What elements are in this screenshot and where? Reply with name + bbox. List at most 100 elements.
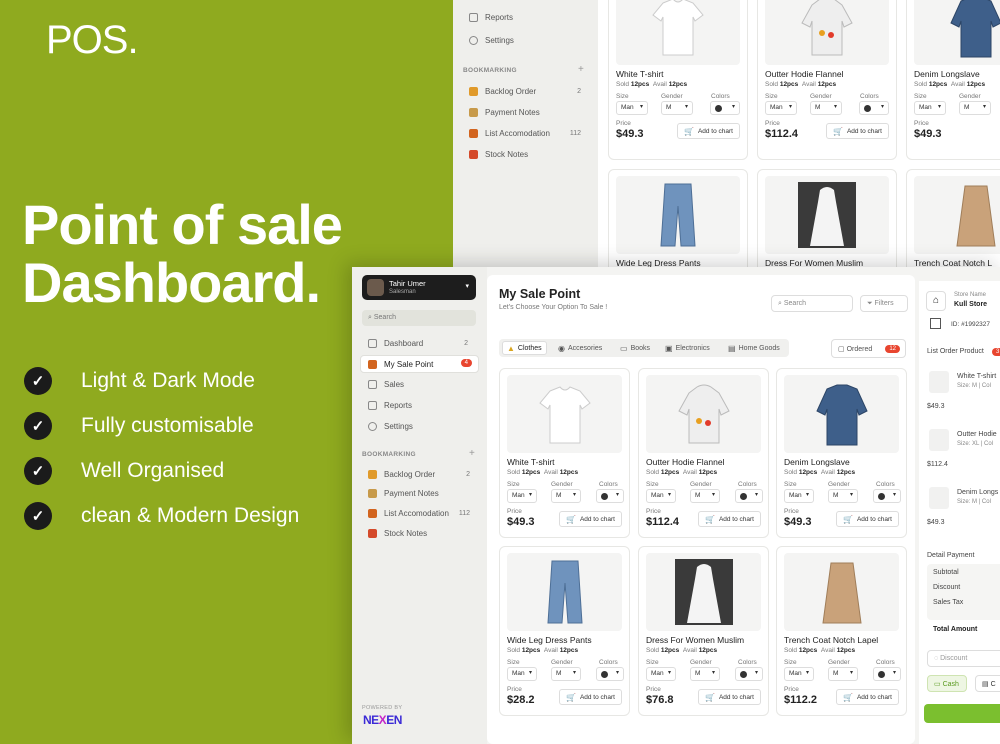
product-price: $49.3: [784, 516, 812, 528]
add-to-cart-button[interactable]: 🛒 Add to chart: [558, 689, 622, 705]
profile-switcher[interactable]: Tahir Umer Salesman ▾: [362, 275, 476, 300]
add-to-cart-button[interactable]: 🛒 Add to chart: [835, 511, 899, 527]
store-icon: ⌂: [926, 291, 946, 311]
place-order-button[interactable]: [924, 704, 1000, 723]
price-label: Price: [914, 120, 929, 127]
product-card[interactable]: Denim Longslave Sold 12pcs Avail 12pcs S…: [906, 0, 1000, 160]
color-swatch: [715, 105, 722, 112]
bookmark-item[interactable]: Backlog Order 2: [368, 470, 470, 479]
tab-accesories[interactable]: ◉ Accesories: [554, 341, 606, 355]
coat-image: [821, 562, 862, 624]
gender-select[interactable]: M ▾: [690, 489, 720, 503]
gender-select[interactable]: M ▾: [810, 101, 842, 115]
add-to-cart-button[interactable]: 🛒 Add to chart: [558, 511, 622, 527]
sidebar-item-label: My Sale Point: [384, 360, 434, 369]
color-select[interactable]: ▾: [596, 667, 624, 681]
color-select[interactable]: ▾: [735, 489, 763, 503]
gender-select[interactable]: M ▾: [661, 101, 693, 115]
tab-home-goods[interactable]: ▤ Home Goods: [724, 341, 784, 355]
pants-image: [660, 183, 696, 247]
ordered-button[interactable]: ▢ Ordered 12: [831, 339, 906, 358]
product-card[interactable]: Denim Longslave Sold 12pcs Avail 12pcs Siz…: [776, 368, 907, 538]
color-select[interactable]: ▾: [873, 667, 901, 681]
sidebar-item-reports[interactable]: Reports: [469, 13, 587, 22]
add-to-cart-button[interactable]: 🛒 Add to chart: [835, 689, 899, 705]
filters-button[interactable]: ⏷ Filters: [860, 295, 908, 312]
order-item-thumb: [929, 429, 949, 451]
sidebar-item-label: Sales: [384, 380, 405, 389]
product-stock: Sold 12pcs Avail 12pcs: [646, 647, 718, 654]
bookmark-item[interactable]: Backlog Order 2: [469, 87, 581, 96]
product-card[interactable]: Wide Leg Dress Pants: [608, 169, 748, 268]
sidebar-item-my-sale-point[interactable]: My Sale Point 4: [368, 359, 472, 369]
product-card[interactable]: Dress For Women Muslim: [757, 169, 897, 268]
color-select[interactable]: ▾: [596, 489, 624, 503]
bookmark-item[interactable]: List Accomodation 112: [469, 129, 581, 138]
size-select[interactable]: Man ▾: [765, 101, 797, 115]
product-card[interactable]: White T-shirt Sold 12pcs Avail 12pcs Siz…: [608, 0, 748, 160]
card-button[interactable]: ▤ C: [975, 675, 1000, 692]
book-icon: ▭: [620, 343, 628, 353]
bookmark-item[interactable]: Stock Notes: [469, 150, 581, 159]
product-card[interactable]: White T-shirt Sold 12pcs Avail 12pcs Size G…: [499, 368, 630, 538]
color-select[interactable]: ▾: [735, 667, 763, 681]
bookmark-item[interactable]: List Accomodation 112: [368, 509, 470, 518]
cash-icon: ▭: [934, 681, 943, 688]
sidebar-item-reports[interactable]: Reports: [368, 401, 468, 410]
sidebar-item-dashboard[interactable]: Dashboard 2: [368, 339, 468, 348]
product-card[interactable]: Trench Coat Notch Lapel Sold 12pcs Avail …: [776, 546, 907, 716]
gender-select[interactable]: M ▾: [959, 101, 991, 115]
bookmark-item[interactable]: Payment Notes: [469, 108, 581, 117]
size-select[interactable]: Man ▾: [646, 667, 676, 681]
tab-books[interactable]: ▭ Books: [616, 341, 654, 355]
product-card[interactable]: Wide Leg Dress Pants Sold 12pcs Avail 12p…: [499, 546, 630, 716]
discount-input[interactable]: ◌ Discount: [927, 650, 1000, 667]
product-card[interactable]: Outter Hodie Flannel Sold 12pcs Avail 12…: [757, 0, 897, 160]
size-select[interactable]: Man ▾: [616, 101, 648, 115]
bookmark-item[interactable]: Payment Notes: [368, 489, 470, 498]
product-card[interactable]: Outter Hodie Flannel Sold 12pcs Avail 12p…: [638, 368, 769, 538]
tab-electronics[interactable]: ▣ Electronics: [661, 341, 714, 355]
product-price: $112.4: [765, 128, 799, 140]
add-to-cart-button[interactable]: 🛒 Add to chart: [676, 123, 740, 139]
color-select[interactable]: ▾: [873, 489, 901, 503]
size-select[interactable]: Man ▾: [646, 489, 676, 503]
price-label: Price: [784, 508, 799, 515]
size-select[interactable]: Man ▾: [784, 667, 814, 681]
search-input[interactable]: ⌕ Search: [771, 295, 853, 312]
bookmark-item[interactable]: Stock Notes: [368, 529, 470, 538]
gender-select[interactable]: M ▾: [690, 667, 720, 681]
sidebar-item-sales[interactable]: Sales: [368, 380, 468, 389]
sidebar-item-settings[interactable]: Settings: [368, 422, 468, 431]
gender-select[interactable]: M ▾: [551, 667, 581, 681]
feature-item: ✓ clean & Modern Design: [24, 493, 299, 538]
size-select[interactable]: Man ▾: [914, 101, 946, 115]
gender-select[interactable]: M ▾: [551, 489, 581, 503]
coat-image: [956, 185, 996, 247]
color-select[interactable]: ▾: [859, 101, 889, 115]
bookmark-count: 112: [458, 510, 470, 517]
add-bookmark-icon[interactable]: +: [469, 448, 475, 459]
gender-select[interactable]: M ▾: [828, 489, 858, 503]
tab-clothes[interactable]: ▲ Clothes: [502, 341, 547, 355]
gear-icon: [469, 36, 478, 45]
add-to-cart-button[interactable]: 🛒 Add to chart: [697, 511, 761, 527]
add-to-cart-button[interactable]: 🛒 Add to chart: [825, 123, 889, 139]
device-icon: ▣: [665, 343, 673, 353]
gender-select[interactable]: M ▾: [828, 667, 858, 681]
color-select[interactable]: ▾: [710, 101, 740, 115]
size-select[interactable]: Man ▾: [507, 489, 537, 503]
size-select[interactable]: Man ▾: [784, 489, 814, 503]
sidebar-search-input[interactable]: ⌕ Search: [362, 310, 476, 326]
accessory-icon: ◉: [558, 343, 565, 353]
add-to-cart-button[interactable]: 🛒 Add to chart: [697, 689, 761, 705]
add-bookmark-icon[interactable]: +: [578, 64, 584, 75]
product-card[interactable]: Dress For Women Muslim Sold 12pcs Avail 1…: [638, 546, 769, 716]
size-select[interactable]: Man ▾: [507, 667, 537, 681]
sidebar-item-settings[interactable]: Settings: [469, 36, 587, 45]
cart-icon: 🛒: [842, 692, 853, 702]
cash-button[interactable]: ▭ Cash: [927, 675, 967, 692]
product-card[interactable]: Trench Coat Notch L: [906, 169, 1000, 268]
back-sidebar: Reports Settings BOOKMARKING + Backlog O…: [453, 0, 598, 268]
product-price: $49.3: [914, 128, 942, 140]
